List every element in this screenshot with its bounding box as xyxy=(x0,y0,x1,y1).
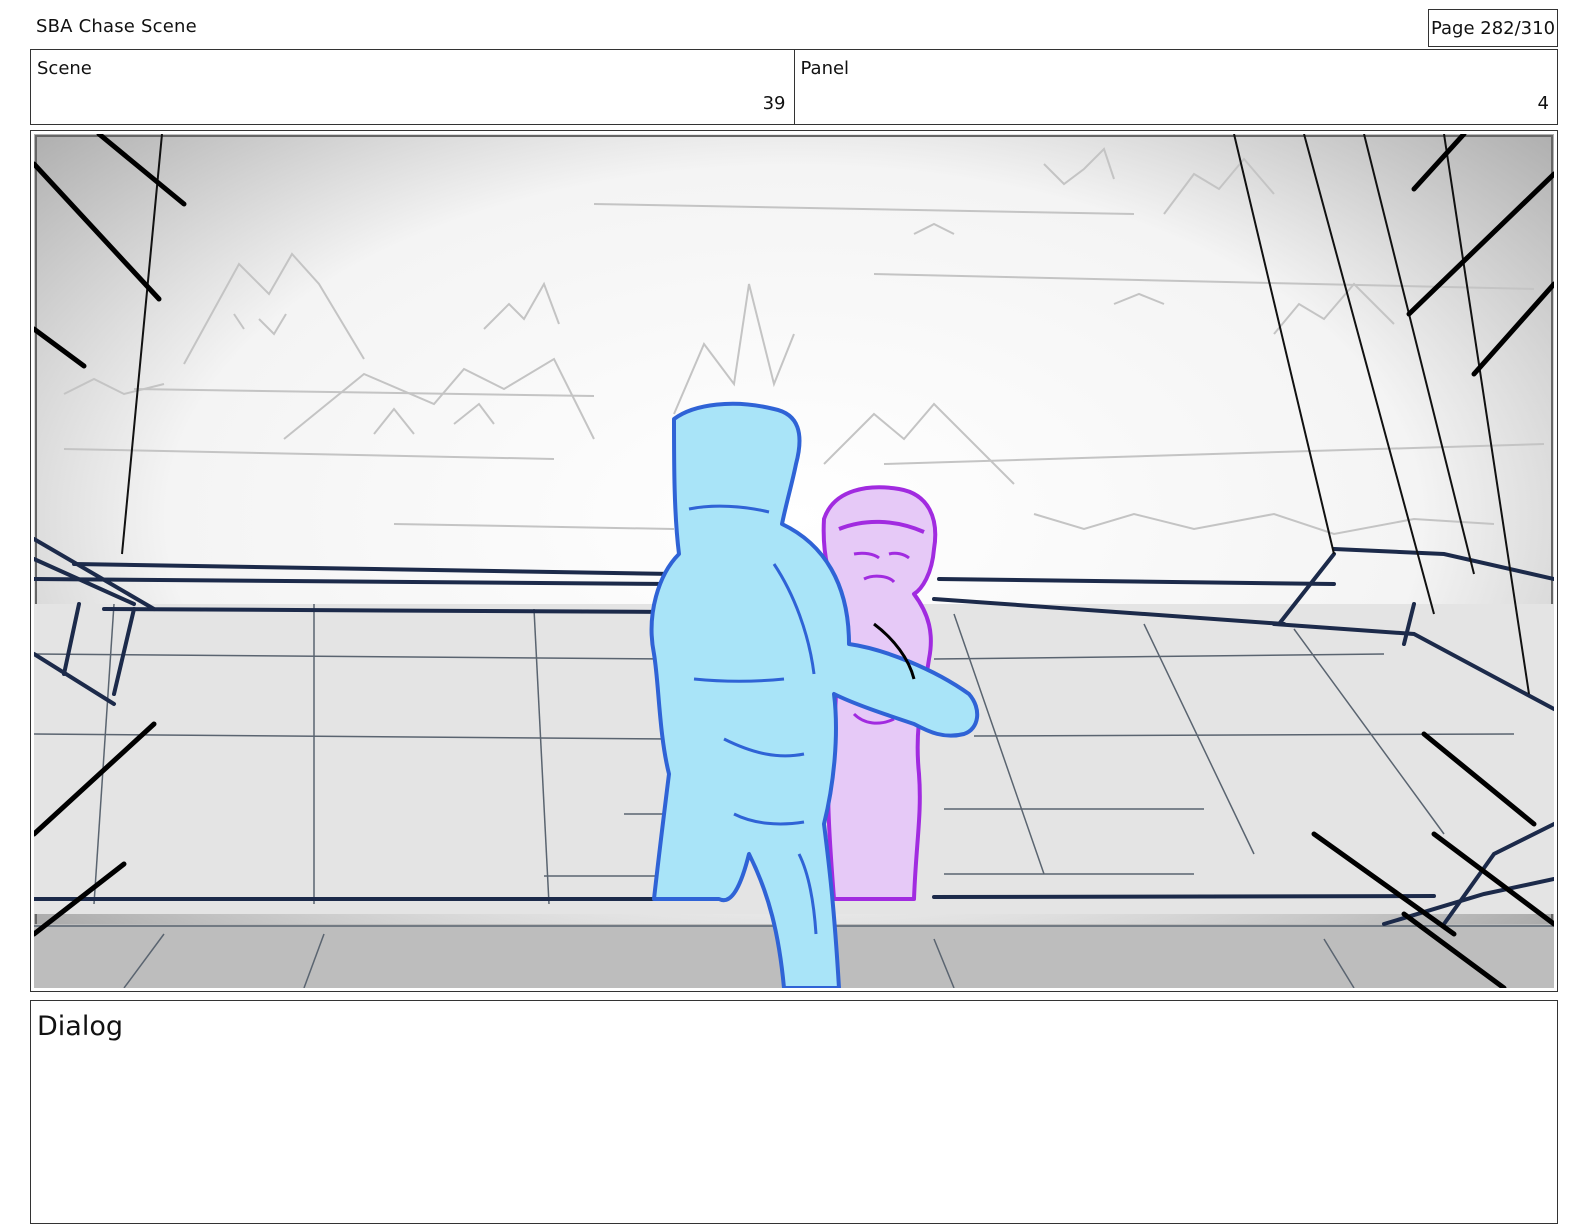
storyboard-drawing xyxy=(34,134,1554,988)
scene-label: Scene xyxy=(37,58,92,79)
dialog-box: Dialog xyxy=(30,1000,1558,1224)
scene-number: 39 xyxy=(762,93,786,114)
panel-cell: Panel 4 xyxy=(793,50,1558,124)
scene-cell: Scene 39 xyxy=(31,50,794,124)
dialog-label: Dialog xyxy=(37,1011,123,1042)
document-title: SBA Chase Scene xyxy=(36,16,197,37)
storyboard-panel xyxy=(30,130,1558,992)
scene-panel-info: Scene 39 Panel 4 xyxy=(30,49,1558,125)
page-number: Page 282/310 xyxy=(1428,9,1558,47)
panel-number: 4 xyxy=(1537,93,1549,114)
panel-label: Panel xyxy=(800,58,850,79)
